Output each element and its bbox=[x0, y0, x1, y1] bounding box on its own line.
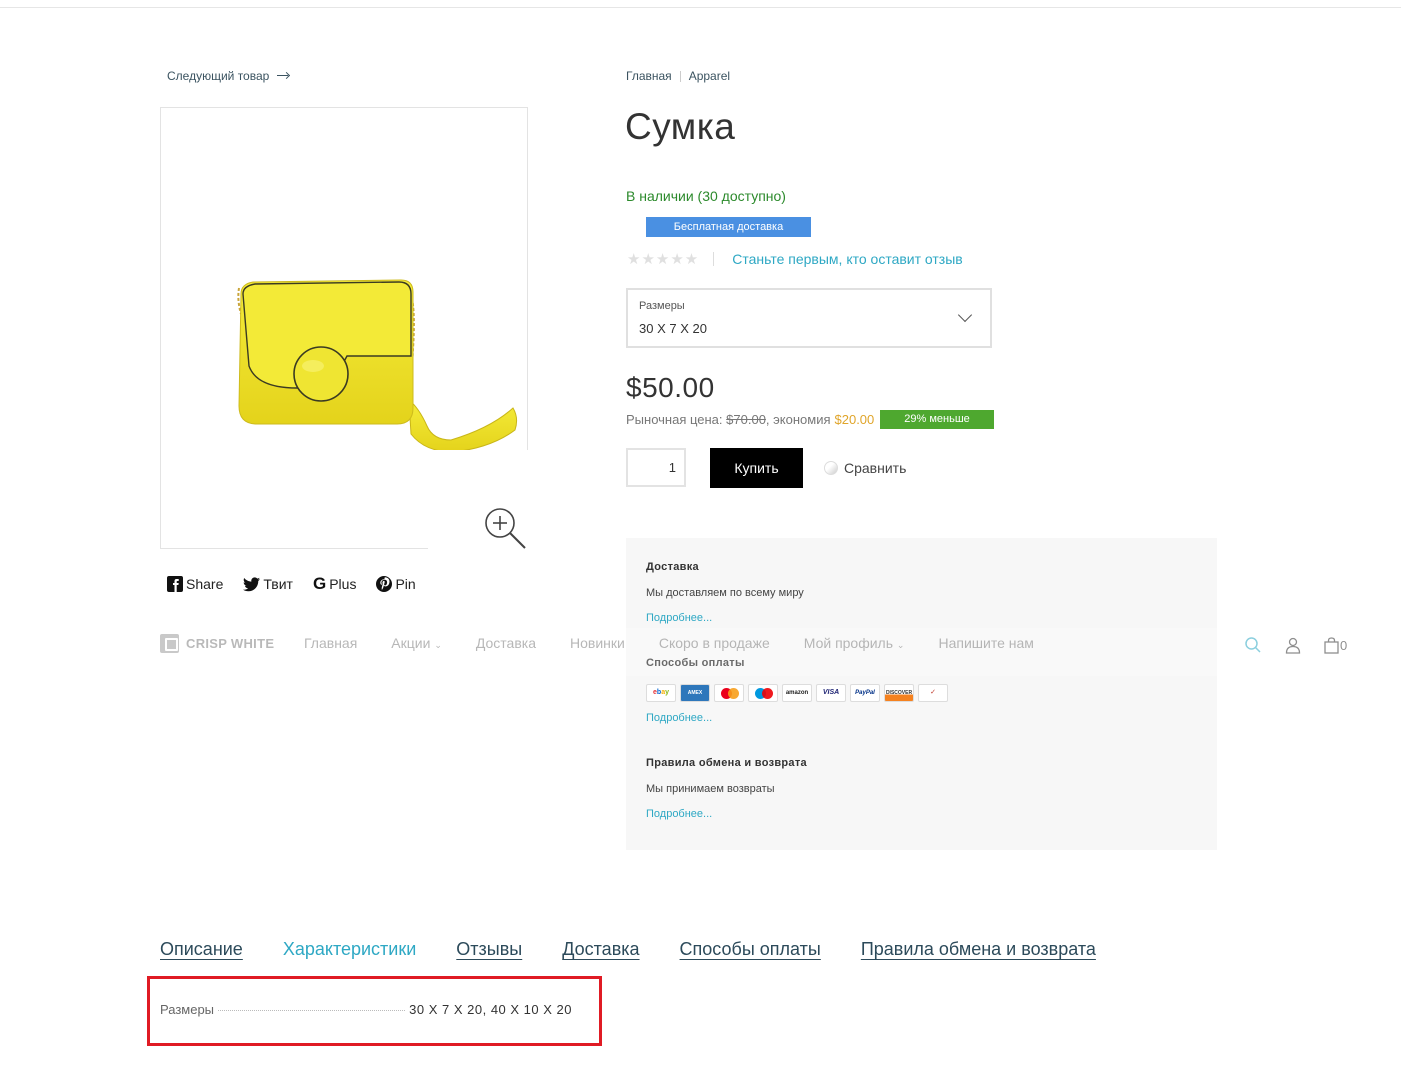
nav-item-new[interactable]: Новинки bbox=[570, 635, 625, 651]
buy-button[interactable]: Купить bbox=[710, 448, 803, 488]
delivery-text: Мы доставляем по всему миру bbox=[646, 587, 804, 599]
write-review-link[interactable]: Станьте первым, кто оставит отзыв bbox=[732, 251, 962, 267]
other-payment-icon: ✓ bbox=[918, 684, 948, 702]
ebay-icon: ebay bbox=[646, 684, 676, 702]
breadcrumb-separator bbox=[679, 70, 681, 82]
share-pinterest-button[interactable]: Pin bbox=[376, 576, 416, 592]
payment-icons: ebay AMEX amazon VISA PayPal DISCOVER ✓ bbox=[646, 684, 948, 702]
cart-button[interactable]: 0 bbox=[1324, 636, 1348, 654]
user-icon[interactable] bbox=[1284, 636, 1302, 654]
american-express-icon: AMEX bbox=[680, 684, 710, 702]
market-price-row: Рыночная цена: $70.00, экономия $20.00 29… bbox=[626, 410, 994, 429]
paypal-icon: PayPal bbox=[850, 684, 880, 702]
logo-icon bbox=[160, 634, 179, 653]
share-google-label: Plus bbox=[329, 576, 357, 592]
market-price-value: $70.00 bbox=[726, 412, 766, 427]
discount-badge: 29% меньше bbox=[880, 410, 994, 429]
breadcrumb-home[interactable]: Главная bbox=[626, 69, 672, 83]
stock-status: В наличии (30 доступно) bbox=[626, 188, 786, 204]
nav-item-promos-label: Акции bbox=[391, 635, 431, 651]
delivery-title: Доставка bbox=[646, 561, 699, 573]
nav-item-profile-label: Мой профиль bbox=[803, 635, 894, 651]
amazon-icon: amazon bbox=[782, 684, 812, 702]
maestro-icon bbox=[748, 684, 778, 702]
returns-more-link[interactable]: Подробнее... bbox=[646, 808, 712, 820]
info-panel: Доставка Мы доставляем по всему миру Под… bbox=[626, 538, 1217, 850]
rating-separator bbox=[713, 252, 715, 266]
nav-item-promos[interactable]: Акции ⌄ bbox=[391, 635, 442, 651]
discover-icon: DISCOVER bbox=[884, 684, 914, 702]
nav-item-home[interactable]: Главная bbox=[304, 635, 357, 651]
compare-label: Сравнить bbox=[844, 460, 907, 476]
share-facebook-label: Share bbox=[186, 576, 224, 592]
size-select-label: Размеры bbox=[639, 300, 685, 312]
next-product-link[interactable]: Следующий товар bbox=[167, 69, 289, 83]
facebook-icon bbox=[167, 576, 183, 592]
nav-icons: 0 bbox=[1244, 636, 1347, 654]
spec-row: Размеры 30 X 7 X 20, 40 X 10 X 20 bbox=[160, 1002, 572, 1017]
site-logo[interactable]: CRISP WHITE bbox=[160, 634, 274, 653]
share-twitter-label: Твит bbox=[263, 576, 293, 592]
search-icon[interactable] bbox=[1244, 636, 1262, 654]
zoom-in-icon[interactable] bbox=[480, 503, 530, 553]
spec-dots bbox=[218, 1010, 406, 1011]
payment-more-link[interactable]: Подробнее... bbox=[646, 712, 712, 724]
returns-title: Правила обмена и возврата bbox=[646, 757, 807, 769]
free-shipping-badge: Бесплатная доставка bbox=[646, 217, 811, 237]
chevron-down-icon bbox=[957, 307, 973, 323]
tab-specifications[interactable]: Характеристики bbox=[283, 939, 416, 960]
tab-returns[interactable]: Правила обмена и возврата bbox=[861, 939, 1096, 960]
nav-item-coming-soon[interactable]: Скоро в продаже bbox=[659, 635, 770, 651]
visa-icon: VISA bbox=[816, 684, 846, 702]
nav-item-delivery[interactable]: Доставка bbox=[476, 635, 536, 651]
tab-payment[interactable]: Способы оплаты bbox=[680, 939, 821, 960]
share-pinterest-label: Pin bbox=[395, 576, 416, 592]
product-price: $50.00 bbox=[626, 372, 715, 403]
compare-toggle[interactable]: Сравнить bbox=[824, 460, 906, 476]
size-select-value: 30 X 7 X 20 bbox=[639, 321, 707, 336]
main-nav: Главная Акции ⌄ Доставка Новинки Скоро в… bbox=[304, 635, 1068, 651]
product-title: Сумка bbox=[625, 106, 736, 147]
tab-reviews[interactable]: Отзывы bbox=[456, 939, 522, 960]
google-icon: G bbox=[312, 574, 327, 593]
breadcrumb-category[interactable]: Apparel bbox=[689, 69, 730, 83]
rating-row: ★★★★★ Станьте первым, кто оставит отзыв bbox=[627, 250, 963, 268]
market-price-label: Рыночная цена: bbox=[626, 412, 723, 427]
nav-item-contact[interactable]: Напишите нам bbox=[938, 635, 1033, 651]
savings-label: , экономия bbox=[765, 412, 831, 427]
pinterest-icon bbox=[376, 576, 393, 592]
arrow-right-icon bbox=[277, 72, 289, 80]
quantity-input[interactable]: 1 bbox=[626, 448, 686, 487]
twitter-icon bbox=[243, 576, 261, 591]
cart-icon bbox=[1324, 636, 1339, 654]
savings-value: $20.00 bbox=[834, 412, 875, 427]
share-twitter-button[interactable]: Твит bbox=[243, 576, 293, 592]
returns-text: Мы принимаем возвраты bbox=[646, 783, 775, 795]
chevron-down-icon: ⌄ bbox=[434, 640, 442, 650]
share-google-button[interactable]: G Plus bbox=[312, 574, 357, 593]
mastercard-icon bbox=[714, 684, 744, 702]
cart-count: 0 bbox=[1340, 637, 1348, 653]
share-facebook-button[interactable]: Share bbox=[167, 576, 223, 592]
spec-value: 30 X 7 X 20, 40 X 10 X 20 bbox=[409, 1002, 572, 1017]
share-bar: Share Твит G Plus Pin bbox=[167, 574, 416, 593]
spec-label: Размеры bbox=[160, 1002, 215, 1017]
tab-delivery[interactable]: Доставка bbox=[562, 939, 639, 960]
size-select[interactable]: Размеры 30 X 7 X 20 bbox=[626, 288, 992, 348]
next-product-label: Следующий товар bbox=[167, 69, 270, 83]
tab-description[interactable]: Описание bbox=[160, 939, 243, 960]
compare-checkbox-icon bbox=[824, 461, 838, 475]
logo-text: CRISP WHITE bbox=[186, 636, 275, 651]
top-divider bbox=[0, 7, 1401, 8]
breadcrumb: Главная Apparel bbox=[626, 69, 730, 83]
product-tabs: Описание Характеристики Отзывы Доставка … bbox=[160, 939, 1136, 960]
rating-stars-icon: ★★★★★ bbox=[627, 251, 700, 268]
nav-item-profile[interactable]: Мой профиль ⌄ bbox=[804, 635, 905, 651]
chevron-down-icon: ⌄ bbox=[896, 640, 905, 650]
delivery-more-link[interactable]: Подробнее... bbox=[646, 612, 712, 624]
